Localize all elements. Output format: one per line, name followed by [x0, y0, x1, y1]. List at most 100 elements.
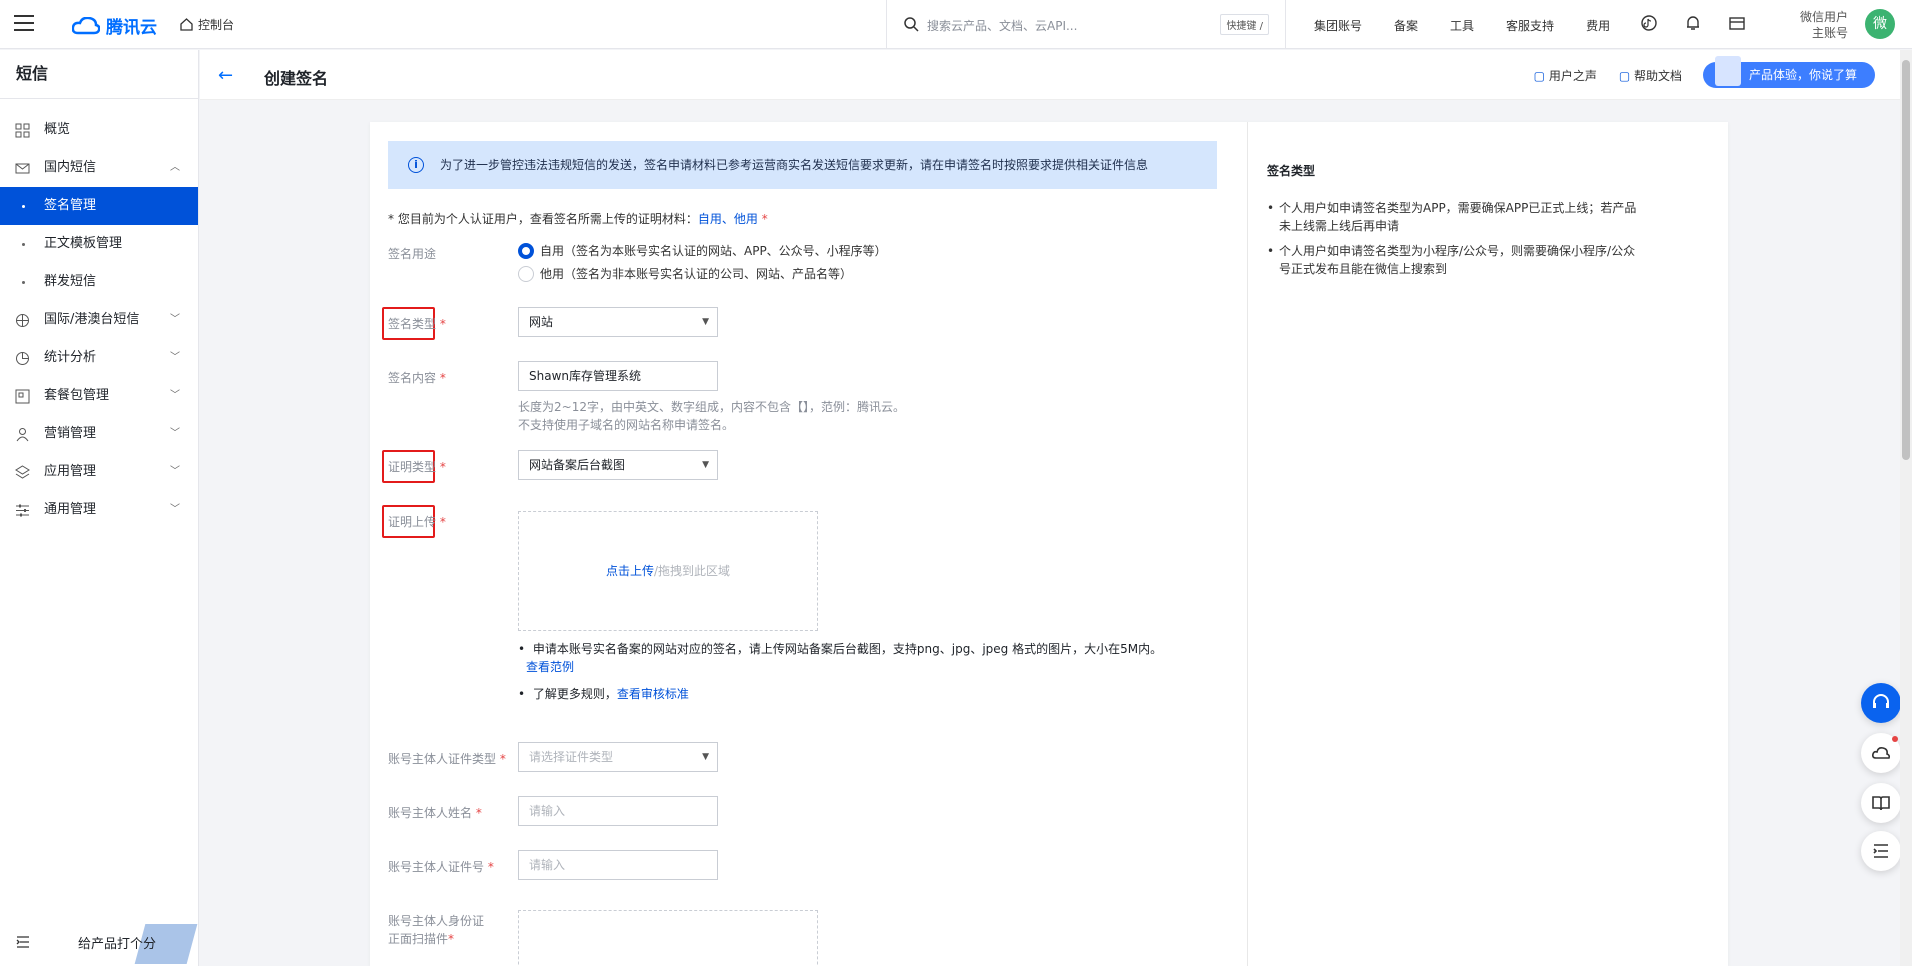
- proof-type-select[interactable]: 网站备案后台截图 ▼: [518, 450, 718, 480]
- sidebar-item-label: 通用管理: [44, 502, 97, 517]
- book-icon: [1872, 796, 1890, 811]
- nav-group-account[interactable]: 集团账号: [1314, 17, 1362, 34]
- owner-id-scan-upload[interactable]: [518, 910, 818, 966]
- sidebar-item-domestic-sms[interactable]: 国内短信 ︿: [0, 149, 198, 187]
- docs-button[interactable]: [1861, 783, 1901, 823]
- customer-service-button[interactable]: [1861, 683, 1901, 723]
- content-help-line2: 不支持使用子域名的网站名称申请签名。: [518, 418, 735, 432]
- chevron-down-icon: ﹀: [170, 390, 180, 401]
- sidebar-item-marketing[interactable]: 营销管理 ﹀: [0, 415, 198, 453]
- console-label: 控制台: [198, 18, 235, 32]
- sidebar-item-template-management[interactable]: 正文模板管理: [0, 225, 198, 263]
- hint-suffix: *: [757, 212, 768, 226]
- scrollbar-thumb[interactable]: [1902, 60, 1910, 460]
- view-example-link[interactable]: 查看范例: [526, 660, 574, 674]
- caret-down-icon: ▼: [702, 460, 709, 470]
- sidebar-item-signature-management[interactable]: 签名管理: [0, 187, 198, 225]
- caret-down-icon: ▼: [702, 317, 709, 327]
- feedback-promo-button[interactable]: 产品体验，你说了算: [1703, 56, 1875, 88]
- sidebar-footer: 给产品打个分: [0, 916, 199, 966]
- user-voice-link[interactable]: 用户之声: [1534, 67, 1597, 84]
- chevron-down-icon: ﹀: [170, 504, 180, 515]
- auth-hint: * 您目前为个人认证用户，查看签名所需上传的证明材料：自用、他用 *: [388, 210, 768, 227]
- usage-other-radio[interactable]: 他用（签名为非本账号实名认证的公司、网站、产品名等）: [518, 265, 852, 282]
- sidebar-item-statistics[interactable]: 统计分析 ﹀: [0, 339, 198, 377]
- owner-id-number-input[interactable]: 请输入: [518, 850, 718, 880]
- sidebar-item-label: 国际/港澳台短信: [44, 312, 140, 327]
- survey-icon: [1715, 56, 1741, 86]
- collapse-icon[interactable]: [16, 936, 30, 948]
- nav-billing[interactable]: 费用: [1586, 17, 1610, 34]
- tip-miniprogram: 个人用户如申请签名类型为小程序/公众号，则需要确保小程序/公众号正式发布且能在微…: [1267, 242, 1637, 278]
- sidebar-item-bulk-sms[interactable]: 群发短信: [0, 263, 198, 301]
- global-search[interactable]: 搜索云产品、文档、云API... 快捷键 /: [886, 0, 1286, 49]
- upload-drag-text: /拖拽到此区域: [653, 564, 731, 578]
- signature-type-select[interactable]: 网站 ▼: [518, 307, 718, 337]
- globe-icon: [16, 314, 29, 327]
- sidebar-item-general[interactable]: 通用管理 ﹀: [0, 491, 198, 529]
- tip-app: 个人用户如申请签名类型为APP，需要确保APP已正式上线；若产品未上线需上线后再…: [1267, 199, 1637, 235]
- search-input[interactable]: 搜索云产品、文档、云API...: [927, 17, 1077, 34]
- tiktok-icon[interactable]: [1640, 14, 1658, 32]
- usage-other-label: 他用（签名为非本账号实名认证的公司、网站、产品名等）: [540, 267, 853, 281]
- nav-support[interactable]: 客服支持: [1506, 17, 1554, 34]
- mail-icon: [15, 163, 30, 174]
- chevron-down-icon: ﹀: [170, 466, 180, 477]
- cart-icon[interactable]: [1728, 14, 1746, 32]
- bell-icon[interactable]: [1684, 14, 1702, 32]
- page-title: 创建签名: [264, 69, 329, 88]
- sidebar-item-label: 营销管理: [44, 426, 97, 441]
- rate-product-button[interactable]: 给产品打个分: [78, 933, 156, 952]
- content-help: 长度为2~12字，由中英文、数字组成，内容不包含【】，范例：腾讯云。 不支持使用…: [518, 398, 905, 434]
- nav-tools[interactable]: 工具: [1450, 17, 1474, 34]
- proof-type-label: 证明类型 *: [388, 460, 446, 474]
- rules-note: 了解更多规则，查看审核标准: [518, 685, 689, 703]
- console-link[interactable]: 控制台: [180, 16, 234, 33]
- cloud-assistant-button[interactable]: [1861, 733, 1901, 773]
- form-card: i 为了进一步管控违法违规短信的发送，签名申请材料已参考运营商实名发送短信要求更…: [370, 122, 1728, 966]
- sidebar-item-international-sms[interactable]: 国际/港澳台短信 ﹀: [0, 301, 198, 339]
- sidebar-item-label: 统计分析: [44, 350, 97, 365]
- owner-id-number-label: 账号主体人证件号 *: [388, 860, 494, 874]
- signature-content-input[interactable]: Shawn库存管理系统: [518, 361, 718, 391]
- back-arrow-icon[interactable]: ←: [218, 65, 233, 86]
- chevron-down-icon: ﹀: [170, 428, 180, 439]
- upload-link[interactable]: 点击上传: [606, 564, 654, 578]
- usage-label: 签名用途: [388, 247, 437, 261]
- header-links: 用户之声 帮助文档: [1534, 67, 1682, 84]
- user-name: 微信用户: [1800, 10, 1849, 24]
- notification-dot: [1892, 736, 1898, 742]
- proof-upload-area[interactable]: 点击上传/拖拽到此区域: [518, 511, 818, 631]
- page-scrollbar[interactable]: [1900, 50, 1912, 966]
- avatar[interactable]: 微: [1865, 9, 1895, 39]
- menu-list-button[interactable]: [1861, 831, 1901, 871]
- review-standard-link[interactable]: 查看审核标准: [617, 687, 689, 701]
- owner-id-type-select[interactable]: 请选择证件类型 ▼: [518, 742, 718, 772]
- sidebar-item-apps[interactable]: 应用管理 ﹀: [0, 453, 198, 491]
- top-nav: 集团账号 备案 工具 客服支持 费用: [1314, 17, 1642, 34]
- notice-banner: i 为了进一步管控违法违规短信的发送，签名申请材料已参考运营商实名发送短信要求更…: [388, 141, 1217, 189]
- other-use-link[interactable]: 他用: [734, 212, 758, 226]
- headset-icon: [1873, 694, 1889, 708]
- grid-icon: [15, 123, 30, 138]
- help-docs-link[interactable]: 帮助文档: [1619, 67, 1682, 84]
- user-info[interactable]: 微信用户 主账号: [1800, 9, 1848, 41]
- brand-logo[interactable]: 腾讯云: [72, 13, 157, 38]
- owner-name-input[interactable]: 请输入: [518, 796, 718, 826]
- sidebar-item-label: 概览: [44, 122, 71, 137]
- upload-note: 申请本账号实名备案的网站对应的签名，请上传网站备案后台截图，支持png、jpg、…: [518, 640, 1218, 676]
- sidebar-item-packages[interactable]: 套餐包管理 ﹀: [0, 377, 198, 415]
- list-icon: [1873, 844, 1888, 858]
- usage-self-radio[interactable]: 自用（签名为本账号实名认证的网站、APP、公众号、小程序等）: [518, 242, 887, 259]
- self-use-link[interactable]: 自用: [698, 212, 722, 226]
- content-help-line1: 长度为2~12字，由中英文、数字组成，内容不包含【】，范例：腾讯云。: [518, 400, 905, 414]
- owner-id-scan-label: 账号主体人身份证 正面扫描件*: [388, 914, 485, 946]
- notice-text: 为了进一步管控违法违规短信的发送，签名申请材料已参考运营商实名发送短信要求更新，…: [440, 158, 1149, 172]
- search-icon: [904, 17, 919, 32]
- cloud-chat-icon: [1872, 747, 1891, 759]
- menu-icon[interactable]: [14, 15, 34, 31]
- sidebar-item-overview[interactable]: 概览: [0, 111, 198, 149]
- nav-filing[interactable]: 备案: [1394, 17, 1418, 34]
- top-bar: 腾讯云 控制台 搜索云产品、文档、云API... 快捷键 / 集团账号 备案 工…: [0, 0, 1912, 49]
- top-icons: [1640, 14, 1746, 32]
